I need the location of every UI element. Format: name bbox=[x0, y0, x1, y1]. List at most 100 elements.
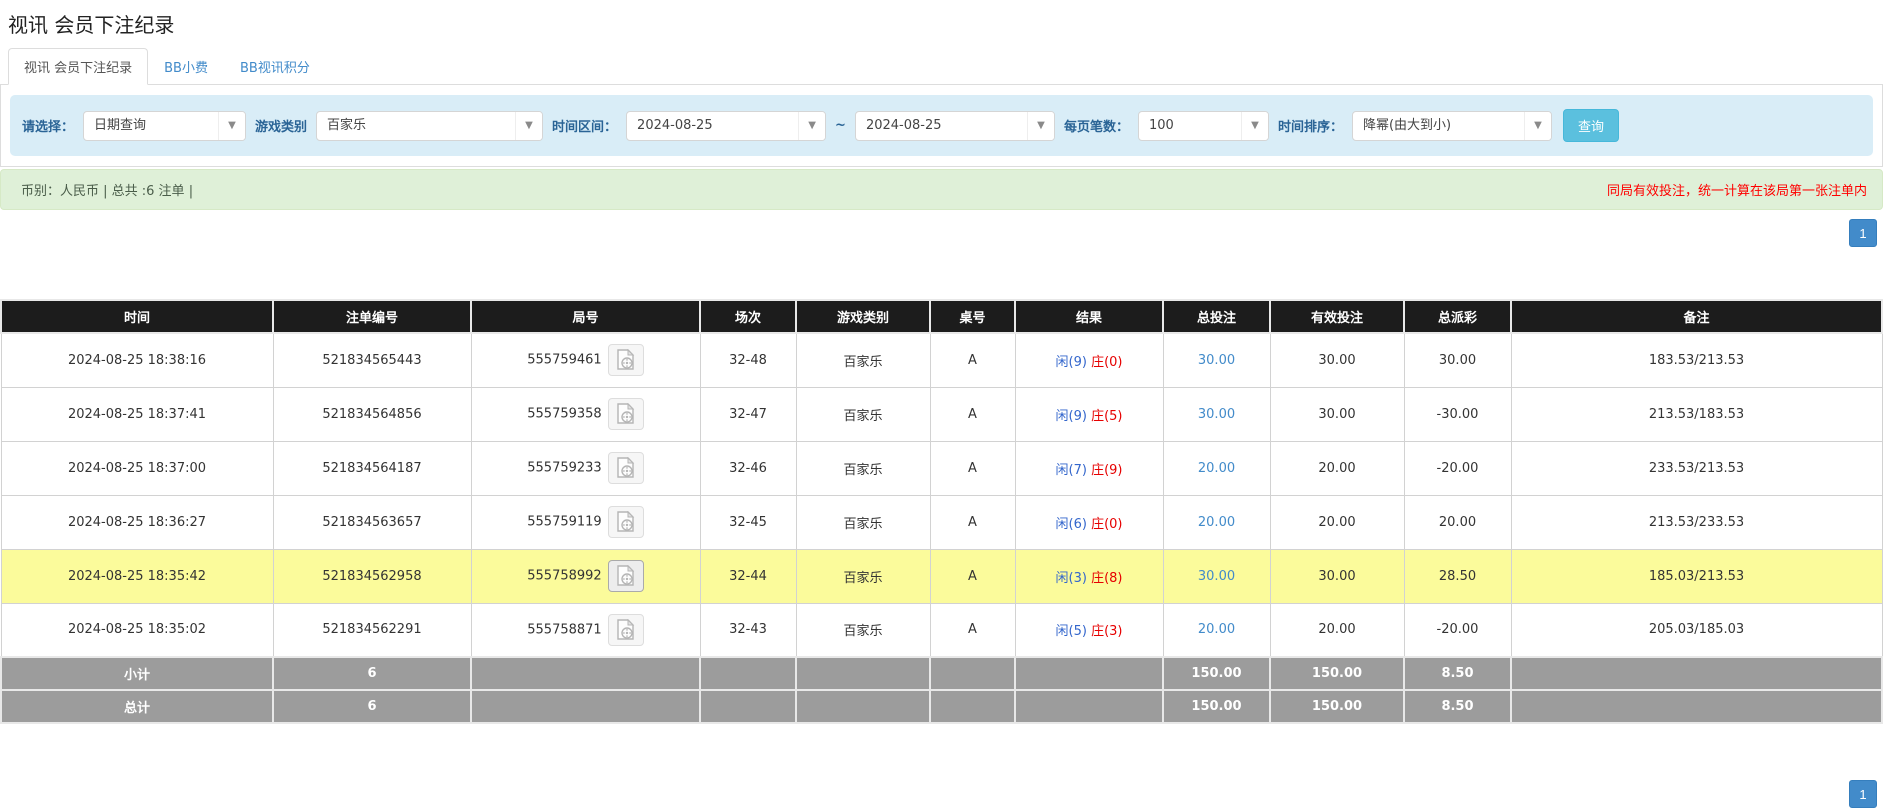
round-id-cell: 555759119 bbox=[471, 495, 700, 549]
page-1-button[interactable]: 1 bbox=[1849, 219, 1877, 247]
chevron-down-icon[interactable]: ▼ bbox=[1241, 112, 1268, 140]
player-result: 闲(9) bbox=[1056, 355, 1087, 370]
chevron-down-icon[interactable]: ▼ bbox=[1524, 112, 1551, 140]
bet-id: 521834564187 bbox=[273, 441, 471, 495]
game-type: 百家乐 bbox=[796, 387, 930, 441]
bet-time: 2024-08-25 18:38:16 bbox=[1, 333, 273, 387]
table-number: A bbox=[930, 333, 1015, 387]
col-header-round-id: 局号 bbox=[471, 300, 700, 333]
valid-bet: 20.00 bbox=[1270, 495, 1404, 549]
filter-bar: 请选择： 日期查询 ▼ 游戏类别 百家乐 ▼ 时间区间： 2024-08-25 … bbox=[10, 95, 1873, 156]
per-page-select[interactable]: 100 ▼ bbox=[1138, 111, 1269, 141]
video-replay-button[interactable] bbox=[608, 506, 644, 538]
total-total-bet: 150.00 bbox=[1163, 690, 1270, 723]
video-replay-button[interactable] bbox=[608, 614, 644, 646]
table-row: 2024-08-25 18:38:16 521834565443 5557594… bbox=[1, 333, 1882, 387]
total-count: 6 bbox=[273, 690, 471, 723]
bet-time: 2024-08-25 18:37:41 bbox=[1, 387, 273, 441]
tab-video-bet-records[interactable]: 视讯 会员下注纪录 bbox=[8, 48, 148, 85]
valid-bet: 30.00 bbox=[1270, 387, 1404, 441]
table-number: A bbox=[930, 387, 1015, 441]
subtotal-row: 小计 6 150.00 150.00 8.50 bbox=[1, 657, 1882, 690]
table-number: A bbox=[930, 549, 1015, 603]
result-cell: 闲(3) 庄(8) bbox=[1015, 549, 1163, 603]
col-header-valid-bet: 有效投注 bbox=[1270, 300, 1404, 333]
total-bet-link[interactable]: 30.00 bbox=[1198, 407, 1235, 422]
bet-id: 521834562291 bbox=[273, 603, 471, 657]
total-bet-link[interactable]: 30.00 bbox=[1198, 353, 1235, 368]
currency-total-text: 币别：人民币 | 总共 :6 注单 | bbox=[21, 180, 193, 199]
subtotal-payout: 8.50 bbox=[1404, 657, 1511, 690]
round-id: 555759119 bbox=[527, 515, 601, 530]
game-type: 百家乐 bbox=[796, 333, 930, 387]
remark: 233.53/213.53 bbox=[1511, 441, 1882, 495]
date-to-input[interactable]: 2024-08-25 ▼ bbox=[855, 111, 1055, 141]
payout: 20.00 bbox=[1404, 495, 1511, 549]
round-id-cell: 555759233 bbox=[471, 441, 700, 495]
video-replay-button[interactable] bbox=[608, 398, 644, 430]
game-type-select[interactable]: 百家乐 ▼ bbox=[316, 111, 543, 141]
round-id: 555759358 bbox=[527, 407, 601, 422]
query-type-select[interactable]: 日期查询 ▼ bbox=[83, 111, 246, 141]
time-sort-label: 时间排序： bbox=[1278, 116, 1343, 135]
total-bet-link[interactable]: 20.00 bbox=[1198, 515, 1235, 530]
total-bet-link[interactable]: 30.00 bbox=[1198, 569, 1235, 584]
round-id: 555759461 bbox=[527, 353, 601, 368]
table-row: 2024-08-25 18:35:02 521834562291 5557588… bbox=[1, 603, 1882, 657]
banker-result: 庄(9) bbox=[1091, 463, 1122, 478]
subtotal-total-bet: 150.00 bbox=[1163, 657, 1270, 690]
total-bet-link[interactable]: 20.00 bbox=[1198, 622, 1235, 637]
bet-id: 521834564856 bbox=[273, 387, 471, 441]
chevron-down-icon[interactable]: ▼ bbox=[218, 112, 245, 140]
total-bet-cell: 20.00 bbox=[1163, 495, 1270, 549]
result-cell: 闲(6) 庄(0) bbox=[1015, 495, 1163, 549]
chevron-down-icon[interactable]: ▼ bbox=[798, 112, 825, 140]
bet-records-table: 时间 注单编号 局号 场次 游戏类别 桌号 结果 总投注 有效投注 总派彩 备注… bbox=[0, 299, 1883, 724]
date-range-label: 时间区间： bbox=[552, 116, 617, 135]
bet-id: 521834563657 bbox=[273, 495, 471, 549]
col-header-table-no: 桌号 bbox=[930, 300, 1015, 333]
round-id-cell: 555759461 bbox=[471, 333, 700, 387]
banker-result: 庄(0) bbox=[1091, 355, 1122, 370]
search-button[interactable]: 查询 bbox=[1563, 109, 1619, 142]
table-number: A bbox=[930, 495, 1015, 549]
video-replay-button[interactable] bbox=[608, 452, 644, 484]
total-bet-cell: 20.00 bbox=[1163, 603, 1270, 657]
chevron-down-icon[interactable]: ▼ bbox=[1027, 112, 1054, 140]
tab-bb-video-points[interactable]: BB视讯积分 bbox=[224, 48, 326, 85]
film-document-icon bbox=[616, 403, 635, 425]
round-id: 555758992 bbox=[527, 569, 601, 584]
bet-time: 2024-08-25 18:37:00 bbox=[1, 441, 273, 495]
round-id-cell: 555758992 bbox=[471, 549, 700, 603]
film-document-icon bbox=[616, 349, 635, 371]
date-from-input[interactable]: 2024-08-25 ▼ bbox=[626, 111, 826, 141]
payout: 28.50 bbox=[1404, 549, 1511, 603]
per-page-label: 每页笔数： bbox=[1064, 116, 1129, 135]
player-result: 闲(6) bbox=[1056, 517, 1087, 532]
result-cell: 闲(9) 庄(5) bbox=[1015, 387, 1163, 441]
player-result: 闲(3) bbox=[1056, 571, 1087, 586]
total-valid-bet: 150.00 bbox=[1270, 690, 1404, 723]
session-number: 32-48 bbox=[700, 333, 796, 387]
banker-result: 庄(8) bbox=[1091, 571, 1122, 586]
page-1-button[interactable]: 1 bbox=[1849, 780, 1877, 808]
round-id-cell: 555758871 bbox=[471, 603, 700, 657]
video-replay-button[interactable] bbox=[608, 560, 644, 592]
total-bet-cell: 30.00 bbox=[1163, 549, 1270, 603]
col-header-remark: 备注 bbox=[1511, 300, 1882, 333]
tab-bb-tips[interactable]: BB小费 bbox=[148, 48, 224, 85]
player-result: 闲(9) bbox=[1056, 409, 1087, 424]
result-cell: 闲(7) 庄(9) bbox=[1015, 441, 1163, 495]
time-sort-select[interactable]: 降幂(由大到小) ▼ bbox=[1352, 111, 1552, 141]
bet-time: 2024-08-25 18:35:42 bbox=[1, 549, 273, 603]
banker-result: 庄(5) bbox=[1091, 409, 1122, 424]
round-id: 555759233 bbox=[527, 461, 601, 476]
table-body: 2024-08-25 18:38:16 521834565443 5557594… bbox=[1, 333, 1882, 657]
summary-bar: 币别：人民币 | 总共 :6 注单 | 同局有效投注，统一计算在该局第一张注单内 bbox=[0, 169, 1883, 210]
total-bet-link[interactable]: 20.00 bbox=[1198, 461, 1235, 476]
chevron-down-icon[interactable]: ▼ bbox=[515, 112, 542, 140]
video-replay-button[interactable] bbox=[608, 344, 644, 376]
total-label: 总计 bbox=[1, 690, 273, 723]
session-number: 32-43 bbox=[700, 603, 796, 657]
game-type: 百家乐 bbox=[796, 495, 930, 549]
